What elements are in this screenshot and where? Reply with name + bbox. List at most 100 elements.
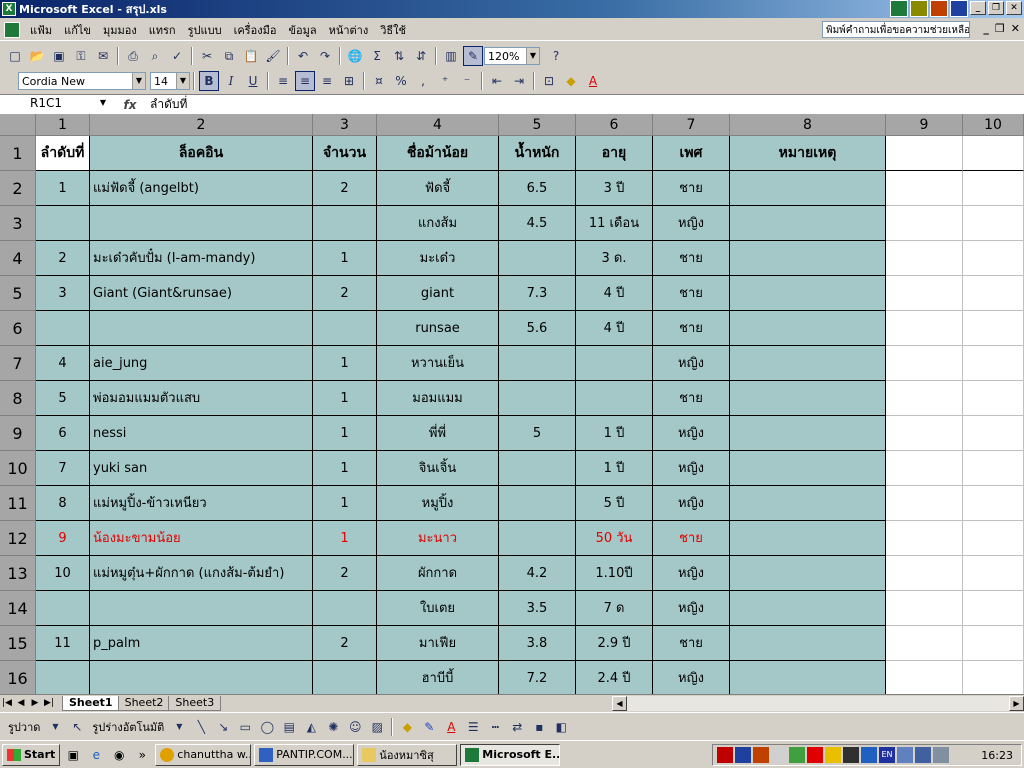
table-cell[interactable]: 4 [36, 346, 90, 381]
table-cell[interactable] [90, 206, 313, 241]
empty-cell[interactable] [963, 591, 1024, 626]
table-cell[interactable]: 5 [36, 381, 90, 416]
empty-cell[interactable] [963, 451, 1024, 486]
font-name-select[interactable]: Cordia New ▼ [18, 72, 146, 90]
select-objects-icon[interactable]: ↖ [67, 717, 87, 737]
tray-icon-2[interactable] [735, 747, 751, 763]
table-cell[interactable] [730, 521, 886, 556]
tray-icon-1[interactable] [717, 747, 733, 763]
tray-icon-8[interactable] [843, 747, 859, 763]
row-header[interactable]: 2 [0, 171, 36, 206]
table-cell[interactable]: 2.4 ปี [576, 661, 653, 694]
table-cell[interactable] [730, 381, 886, 416]
table-cell[interactable] [90, 591, 313, 626]
column-header[interactable]: 5 [499, 114, 576, 136]
cut-icon[interactable]: ✂ [197, 46, 217, 66]
row-header[interactable]: 7 [0, 346, 36, 381]
menu-format[interactable]: รูปแบบ [182, 21, 228, 39]
chevron-down-icon[interactable]: ▼ [45, 717, 65, 737]
table-cell[interactable]: จินเจิ้น [377, 451, 499, 486]
format-painter-icon[interactable]: 🖌 [263, 46, 283, 66]
redo-icon[interactable]: ↷ [315, 46, 335, 66]
table-cell[interactable]: ชาย [653, 311, 730, 346]
chart-wizard-icon[interactable]: ▥ [441, 46, 461, 66]
table-cell[interactable]: 5 ปี [576, 486, 653, 521]
table-cell[interactable] [313, 591, 377, 626]
empty-cell[interactable] [886, 381, 963, 416]
row-header[interactable]: 11 [0, 486, 36, 521]
column-header[interactable]: 10 [963, 114, 1024, 136]
italic-icon[interactable]: I [221, 71, 241, 91]
function-icon[interactable]: fx [110, 98, 150, 112]
table-cell[interactable]: หญิง [653, 206, 730, 241]
menu-help[interactable]: วิธีใช้ [374, 21, 412, 39]
row-header[interactable]: 16 [0, 661, 36, 694]
table-cell[interactable]: 1 [313, 521, 377, 556]
decrease-decimal-icon[interactable]: ⁻ [457, 71, 477, 91]
table-cell[interactable] [730, 556, 886, 591]
save-icon[interactable]: ▣ [49, 46, 69, 66]
arrow-icon[interactable]: ↘ [213, 717, 233, 737]
table-header-cell[interactable]: อายุ [576, 136, 653, 171]
table-cell[interactable]: มาเฟีย [377, 626, 499, 661]
textbox-icon[interactable]: ▤ [279, 717, 299, 737]
tray-icon-6[interactable] [807, 747, 823, 763]
table-cell[interactable]: หญิง [653, 661, 730, 694]
zoom-select[interactable]: 120% ▼ [484, 47, 540, 65]
line-style-icon[interactable]: ☰ [463, 717, 483, 737]
row-header[interactable]: 8 [0, 381, 36, 416]
empty-cell[interactable] [886, 626, 963, 661]
table-cell[interactable] [90, 311, 313, 346]
percent-icon[interactable]: % [391, 71, 411, 91]
table-cell[interactable] [36, 206, 90, 241]
empty-cell[interactable] [886, 171, 963, 206]
column-header[interactable]: 4 [377, 114, 499, 136]
table-cell[interactable]: แม่หมูตุ๋น+ผักกาด (แกงส้ม-ต้มยำ) [90, 556, 313, 591]
language-indicator[interactable]: EN [879, 747, 895, 763]
table-cell[interactable]: 1.10ปี [576, 556, 653, 591]
table-cell[interactable] [730, 346, 886, 381]
table-cell[interactable] [499, 451, 576, 486]
empty-cell[interactable] [963, 556, 1024, 591]
chevron-down-icon[interactable]: ▼ [526, 48, 539, 64]
empty-cell[interactable] [886, 206, 963, 241]
dash-style-icon[interactable]: ┅ [485, 717, 505, 737]
table-cell[interactable]: 4 ปี [576, 276, 653, 311]
new-icon[interactable]: □ [5, 46, 25, 66]
merge-center-icon[interactable]: ⊞ [339, 71, 359, 91]
column-header[interactable]: 6 [576, 114, 653, 136]
empty-cell[interactable] [886, 241, 963, 276]
table-cell[interactable]: มะนาว [377, 521, 499, 556]
draw-menu-button[interactable]: รูปวาด [4, 718, 44, 736]
table-cell[interactable] [499, 486, 576, 521]
workbook-icon[interactable] [4, 21, 20, 38]
arrow-style-icon[interactable]: ⇄ [507, 717, 527, 737]
empty-cell[interactable] [963, 626, 1024, 661]
tab-sheet2[interactable]: Sheet2 [117, 695, 171, 711]
empty-cell[interactable] [886, 276, 963, 311]
table-header-cell[interactable]: เพศ [653, 136, 730, 171]
print-preview-icon[interactable]: ⌕ [145, 46, 165, 66]
media-player-icon[interactable]: ◉ [109, 745, 129, 765]
autosum-icon[interactable]: Σ [367, 46, 387, 66]
empty-cell[interactable] [963, 276, 1024, 311]
next-sheet-icon[interactable]: ▶ [28, 698, 42, 708]
paste-icon[interactable]: 📋 [241, 46, 261, 66]
chevron-down-icon[interactable]: ▼ [100, 98, 106, 107]
empty-cell[interactable] [963, 206, 1024, 241]
table-cell[interactable]: แม่ฟัดจี้ (angelbt) [90, 171, 313, 206]
row-header[interactable]: 10 [0, 451, 36, 486]
table-cell[interactable] [313, 661, 377, 694]
row-header[interactable]: 5 [0, 276, 36, 311]
table-cell[interactable]: 1 [36, 171, 90, 206]
increase-indent-icon[interactable]: ⇥ [509, 71, 529, 91]
task-pantip[interactable]: PANTIP.COM... [254, 743, 355, 766]
table-cell[interactable]: ชาย [653, 276, 730, 311]
table-cell[interactable] [499, 241, 576, 276]
empty-cell[interactable] [963, 381, 1024, 416]
empty-cell[interactable] [886, 661, 963, 694]
wordart-icon[interactable]: ◭ [301, 717, 321, 737]
table-cell[interactable]: พี่พี่ [377, 416, 499, 451]
table-cell[interactable]: 10 [36, 556, 90, 591]
volume-icon[interactable] [933, 747, 949, 763]
